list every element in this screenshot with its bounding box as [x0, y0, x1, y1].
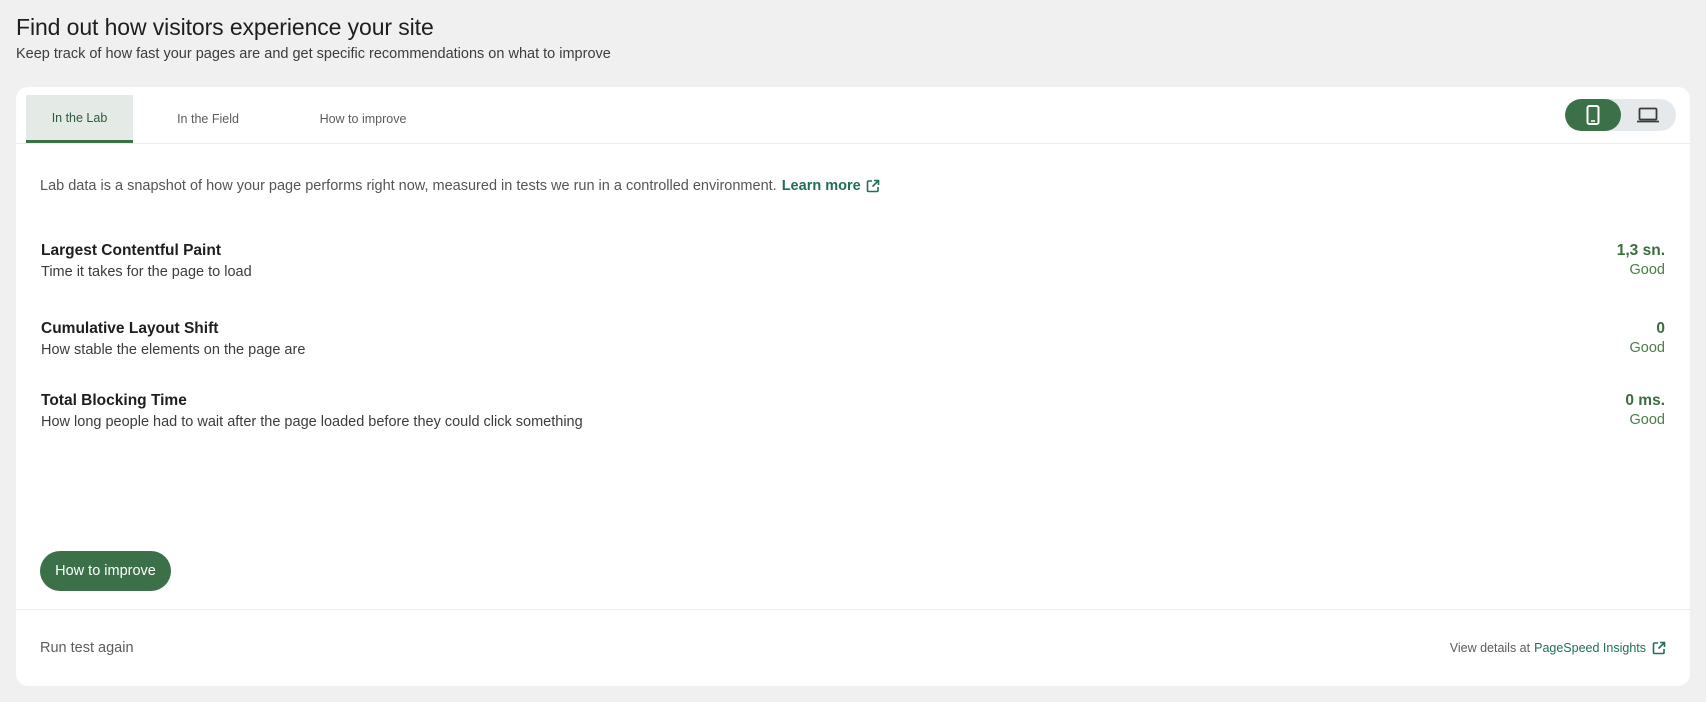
speed-report-card: In the Lab In the Field How to improve L… — [16, 87, 1690, 686]
metric-name: Largest Contentful Paint — [41, 242, 221, 259]
metric-description: How stable the elements on the page are — [41, 342, 306, 358]
external-link-icon — [1652, 641, 1666, 655]
metric-value: 1,3 sn. — [1616, 242, 1665, 259]
metric-name: Cumulative Layout Shift — [41, 320, 219, 337]
metric-largest-contentful-paint: Largest Contentful Paint Time it takes f… — [41, 242, 1665, 282]
device-toggle — [1565, 99, 1676, 131]
page-title: Find out how visitors experience your si… — [16, 14, 434, 40]
desktop-device-button[interactable] — [1621, 99, 1677, 131]
run-test-again-button[interactable]: Run test again — [40, 640, 134, 656]
intro-text: Lab data is a snapshot of how your page … — [40, 178, 777, 194]
metric-value: 0 — [1656, 320, 1665, 337]
mobile-device-button[interactable] — [1565, 99, 1621, 131]
view-details: View details at PageSpeed Insights — [1450, 641, 1666, 655]
tab-how-to-improve[interactable]: How to improve — [303, 95, 423, 143]
tab-bar: In the Lab In the Field How to improve — [16, 87, 1690, 144]
footer-divider — [16, 609, 1690, 610]
metric-cumulative-layout-shift: Cumulative Layout Shift How stable the e… — [41, 320, 1665, 360]
tab-in-the-lab[interactable]: In the Lab — [26, 95, 133, 143]
tab-in-the-field[interactable]: In the Field — [160, 95, 256, 143]
external-link-icon — [866, 179, 879, 193]
learn-more-label: Learn more — [781, 178, 861, 194]
metric-status: Good — [1629, 340, 1665, 356]
learn-more-link[interactable]: Learn more — [782, 178, 880, 194]
metric-status: Good — [1629, 262, 1665, 278]
metric-name: Total Blocking Time — [41, 392, 187, 409]
metric-description: Time it takes for the page to load — [41, 264, 252, 280]
metric-description: How long people had to wait after the pa… — [41, 414, 583, 430]
metric-status: Good — [1629, 412, 1665, 428]
page-header: Find out how visitors experience your si… — [16, 14, 611, 62]
view-details-prefix: View details at — [1449, 641, 1531, 655]
pagespeed-insights-link[interactable]: PageSpeed Insights — [1534, 641, 1666, 655]
lab-data-intro: Lab data is a snapshot of how your page … — [40, 178, 880, 194]
how-to-improve-button[interactable]: How to improve — [40, 551, 171, 591]
pagespeed-insights-label: PageSpeed Insights — [1534, 641, 1646, 655]
smartphone-icon — [1586, 105, 1600, 125]
metric-value: 0 ms. — [1625, 392, 1665, 409]
page-subtitle: Keep track of how fast your pages are an… — [16, 46, 611, 62]
laptop-icon — [1637, 107, 1660, 123]
metric-total-blocking-time: Total Blocking Time How long people had … — [41, 392, 1665, 432]
